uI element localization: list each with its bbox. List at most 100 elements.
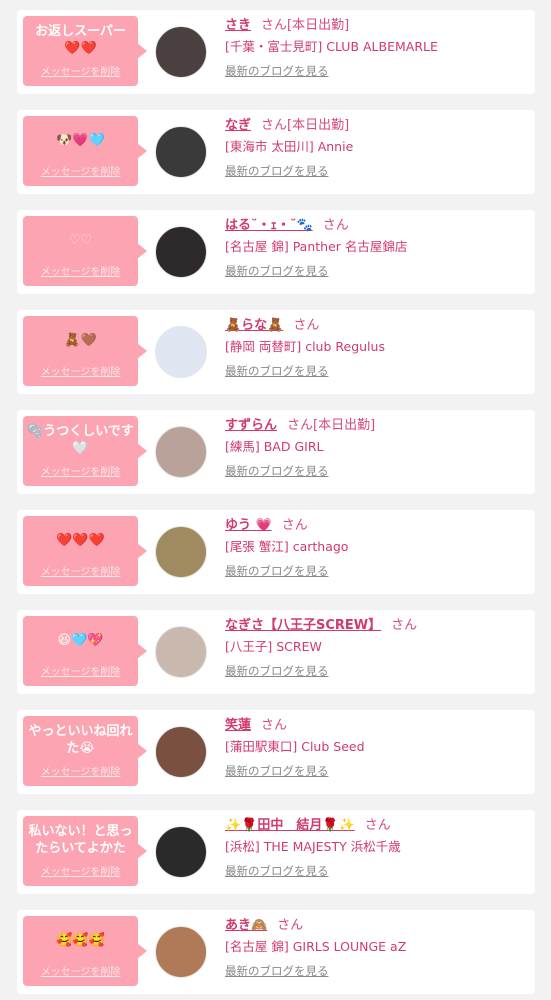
girl-name-link[interactable]: はる˘・ｪ・˘🐾 [225,218,313,233]
avatar[interactable] [155,726,207,778]
delete-message-link[interactable]: メッセージを削除 [23,663,138,678]
name-line: ✨🌹田中 結月🌹✨ さん [225,816,529,835]
avatar[interactable] [155,826,207,878]
name-line: ゆう 💗 さん [225,516,529,535]
latest-blog-link[interactable]: 最新のブログを見る [225,763,329,779]
shop-location: [千葉・富士見町] CLUB ALBEMARLE [225,39,438,54]
honorific: さん [391,618,418,633]
latest-blog-link[interactable]: 最新のブログを見る [225,963,329,979]
message-bubble: ❤️❤️❤️ メッセージを削除 [23,516,147,586]
latest-blog-link[interactable]: 最新のブログを見る [225,663,329,679]
attendance-tag: [本日出勤] [287,118,350,133]
honorific: さん [261,718,288,733]
message-text: やっといいね回れた😭 [28,724,133,756]
girl-name-link[interactable]: 🧸らな🧸 [225,318,283,333]
delete-message-link[interactable]: メッセージを削除 [23,863,138,878]
shop-location: [練馬] BAD GIRL [225,439,324,454]
girl-name-link[interactable]: なぎさ【八王子SCREW】 [225,618,381,633]
girl-name-link[interactable]: さき [225,18,251,33]
delete-message-link[interactable]: メッセージを削除 [23,263,138,278]
delete-message-link[interactable]: メッセージを削除 [23,763,138,778]
message-text: 😆🩵💖 [57,632,104,648]
latest-blog-link[interactable]: 最新のブログを見る [225,463,329,479]
avatar[interactable] [155,26,207,78]
message-bubble: お返しスーパー❤️❤️ メッセージを削除 [23,16,147,86]
avatar[interactable] [155,926,207,978]
message-text: 🫧うつくしいです🤍 [27,424,134,456]
message-text: 私いない！と思ったらいてよかた [28,824,133,856]
name-line: なぎさ【八王子SCREW】 さん [225,616,529,635]
avatar[interactable] [155,226,207,278]
latest-blog-link[interactable]: 最新のブログを見る [225,363,329,379]
latest-blog-link[interactable]: 最新のブログを見る [225,63,329,79]
message-bubble: 😆🩵💖 メッセージを削除 [23,616,147,686]
honorific: さん [281,518,308,533]
attendance-tag: [本日出勤] [287,18,350,33]
message-card: 🐶💗🩵 メッセージを削除 なぎ さん[本日出勤] [東海市 太田川] Annie … [17,110,535,194]
avatar[interactable] [155,526,207,578]
name-line: あき🙈 さん [225,916,529,935]
message-text: 🧸🤎 [64,332,97,348]
shop-location: [蒲田駅東口] Club Seed [225,739,365,754]
shop-location: [名古屋 錦] Panther 名古屋錦店 [225,239,408,254]
message-bubble: 私いない！と思ったらいてよかた メッセージを削除 [23,816,147,886]
message-text: 🥰🥰🥰 [56,932,105,948]
message-card: 私いない！と思ったらいてよかた メッセージを削除 ✨🌹田中 結月🌹✨ さん [浜松… [17,810,535,894]
name-line: すずらん さん[本日出勤] [225,416,529,435]
attendance-tag: [本日出勤] [313,418,376,433]
girl-info: はる˘・ｪ・˘🐾 さん [名古屋 錦] Panther 名古屋錦店 最新のブログを… [225,216,529,279]
girl-name-link[interactable]: ✨🌹田中 結月🌹✨ [225,818,355,833]
girl-name-link[interactable]: 笑蓮 [225,718,251,733]
girl-name-link[interactable]: なぎ [225,118,251,133]
girl-name-link[interactable]: ゆう 💗 [225,518,272,533]
honorific: さん [293,318,320,333]
message-text: お返しスーパー❤️❤️ [35,24,126,56]
avatar[interactable] [155,626,207,678]
honorific: さん [277,918,304,933]
message-list: お返しスーパー❤️❤️ メッセージを削除 さき さん[本日出勤] [千葉・富士見町… [0,0,551,1000]
avatar[interactable] [155,426,207,478]
shop-location: [名古屋 錦] GIRLS LOUNGE aZ [225,939,407,954]
shop-location: [八王子] SCREW [225,639,322,654]
delete-message-link[interactable]: メッセージを削除 [23,963,138,978]
girl-info: なぎさ【八王子SCREW】 さん [八王子] SCREW 最新のブログを見る [225,616,529,679]
delete-message-link[interactable]: メッセージを削除 [23,63,138,78]
name-line: 🧸らな🧸 さん [225,316,529,335]
name-line: はる˘・ｪ・˘🐾 さん [225,216,529,235]
message-card: 🧸🤎 メッセージを削除 🧸らな🧸 さん [静岡 両替町] club Regulus… [17,310,535,394]
latest-blog-link[interactable]: 最新のブログを見る [225,163,329,179]
girl-info: ✨🌹田中 結月🌹✨ さん [浜松] THE MAJESTY 浜松千歳 最新のブログ… [225,816,529,879]
girl-info: なぎ さん[本日出勤] [東海市 太田川] Annie 最新のブログを見る [225,116,529,179]
honorific: さん [287,418,314,433]
latest-blog-link[interactable]: 最新のブログを見る [225,563,329,579]
message-bubble: 🥰🥰🥰 メッセージを削除 [23,916,147,986]
message-text: ❤️❤️❤️ [56,532,105,548]
message-card: 😆🩵💖 メッセージを削除 なぎさ【八王子SCREW】 さん [八王子] SCREW… [17,610,535,694]
delete-message-link[interactable]: メッセージを削除 [23,463,138,478]
girl-info: 笑蓮 さん [蒲田駅東口] Club Seed 最新のブログを見る [225,716,529,779]
message-bubble: 🐶💗🩵 メッセージを削除 [23,116,147,186]
girl-info: ゆう 💗 さん [尾張 蟹江] carthago 最新のブログを見る [225,516,529,579]
honorific: さん [261,118,288,133]
name-line: なぎ さん[本日出勤] [225,116,529,135]
message-card: 🫧うつくしいです🤍 メッセージを削除 すずらん さん[本日出勤] [練馬] BAD… [17,410,535,494]
avatar[interactable] [155,326,207,378]
message-text: 🐶💗🩵 [56,132,105,148]
latest-blog-link[interactable]: 最新のブログを見る [225,263,329,279]
message-card: 🥰🥰🥰 メッセージを削除 あき🙈 さん [名古屋 錦] GIRLS LOUNGE … [17,910,535,994]
message-card: ♡♡ メッセージを削除 はる˘・ｪ・˘🐾 さん [名古屋 錦] Panther 名… [17,210,535,294]
girl-name-link[interactable]: あき🙈 [225,918,267,933]
girl-name-link[interactable]: すずらん [225,418,277,433]
honorific: さん [364,818,391,833]
avatar[interactable] [155,126,207,178]
delete-message-link[interactable]: メッセージを削除 [23,363,138,378]
delete-message-link[interactable]: メッセージを削除 [23,563,138,578]
delete-message-link[interactable]: メッセージを削除 [23,163,138,178]
message-card: やっといいね回れた😭 メッセージを削除 笑蓮 さん [蒲田駅東口] Club Se… [17,710,535,794]
name-line: さき さん[本日出勤] [225,16,529,35]
girl-info: あき🙈 さん [名古屋 錦] GIRLS LOUNGE aZ 最新のブログを見る [225,916,529,979]
shop-location: [尾張 蟹江] carthago [225,539,349,554]
message-card: ❤️❤️❤️ メッセージを削除 ゆう 💗 さん [尾張 蟹江] carthago … [17,510,535,594]
latest-blog-link[interactable]: 最新のブログを見る [225,863,329,879]
shop-location: [浜松] THE MAJESTY 浜松千歳 [225,839,401,854]
